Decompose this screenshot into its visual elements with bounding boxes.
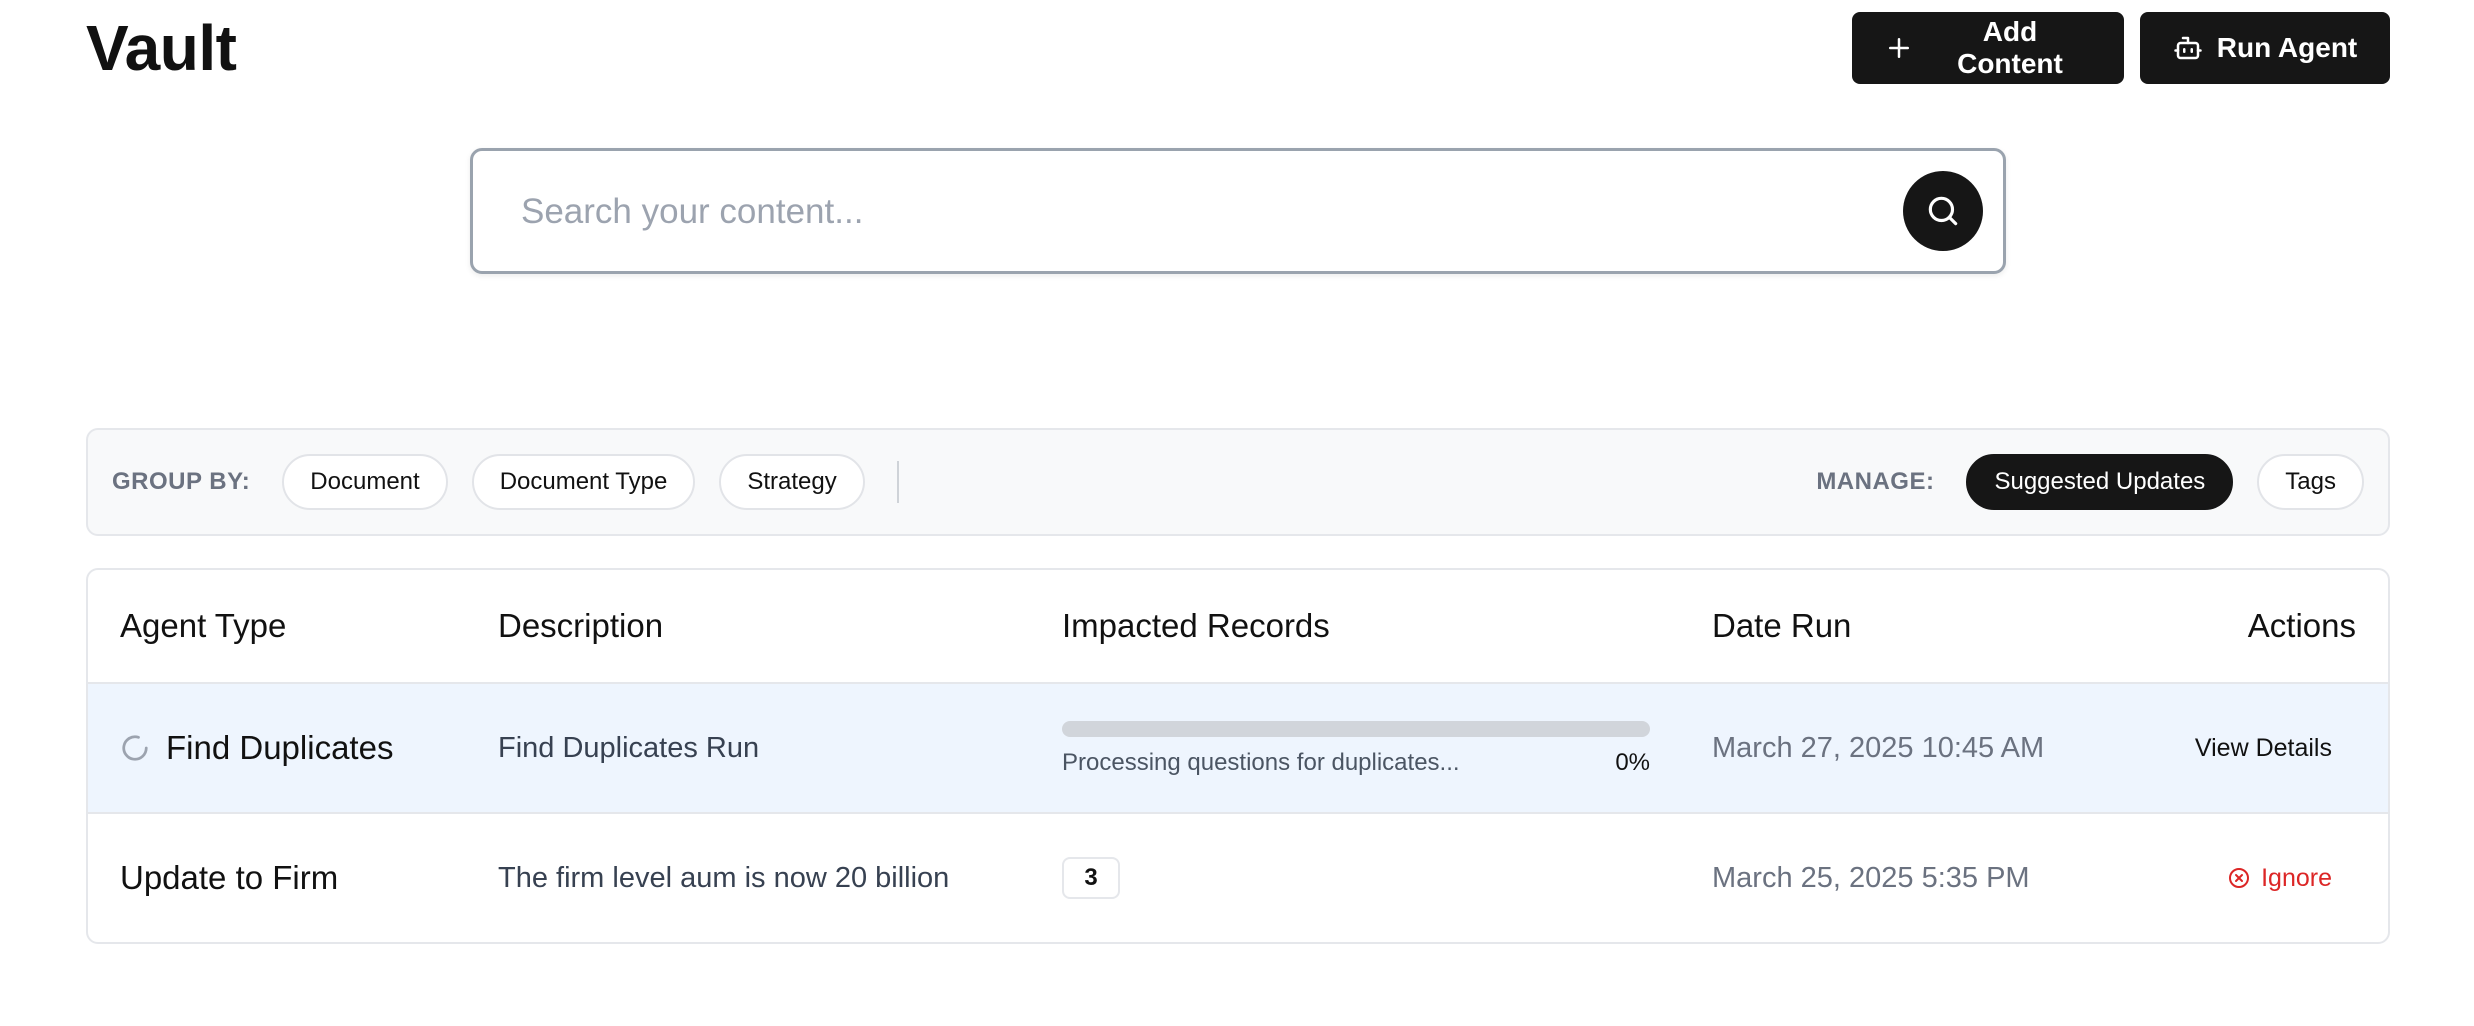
date-run: March 25, 2025 5:35 PM: [1712, 861, 2030, 894]
group-by-label: GROUP BY:: [112, 468, 251, 495]
group-by-document-chip[interactable]: Document: [282, 454, 448, 510]
search-icon: [1924, 192, 1962, 230]
suggested-updates-table: Agent Type Description Impacted Records …: [86, 568, 2390, 944]
column-header-date-run: Date Run: [1712, 607, 1852, 644]
column-header-actions: Actions: [2247, 607, 2356, 644]
impacted-count-badge: 3: [1062, 857, 1120, 899]
x-circle-icon: [2227, 866, 2251, 890]
progress-indicator: Processing questions for duplicates... 0…: [1062, 721, 1650, 777]
progress-percent: 0%: [1615, 749, 1650, 776]
run-agent-button[interactable]: Run Agent: [2140, 12, 2390, 84]
group-by-toolbar: GROUP BY: Document Document Type Strateg…: [86, 428, 2390, 536]
agent-type: Update to Firm: [120, 859, 339, 896]
manage-label: MANAGE:: [1816, 468, 1935, 495]
manage-suggested-updates-chip[interactable]: Suggested Updates: [1966, 454, 2234, 510]
description: The firm level aum is now 20 billion: [498, 861, 950, 894]
date-run: March 27, 2025 10:45 AM: [1712, 731, 2045, 764]
ignore-label: Ignore: [2261, 863, 2332, 892]
description: Find Duplicates Run: [498, 731, 760, 764]
table-row: Find Duplicates Find Duplicates Run Proc…: [88, 684, 2388, 814]
group-by-document-type-chip[interactable]: Document Type: [471, 454, 696, 510]
search-button[interactable]: [1903, 171, 1983, 251]
header-actions: Add Content Run Agent: [1852, 12, 2390, 84]
add-content-label: Add Content: [1957, 16, 2063, 79]
group-by-strategy-chip[interactable]: Strategy: [719, 454, 865, 510]
robot-icon: [2173, 33, 2203, 63]
column-header-agent-type: Agent Type: [120, 607, 287, 644]
agent-type: Find Duplicates: [166, 729, 394, 766]
table-row: Update to Firm The firm level aum is now…: [88, 814, 2388, 942]
page-title: Vault: [86, 12, 237, 84]
run-agent-label: Run Agent: [2216, 32, 2358, 63]
table-header-row: Agent Type Description Impacted Records …: [88, 570, 2388, 684]
search-bar: [470, 148, 2006, 274]
spinner-icon: [120, 733, 150, 763]
add-content-button[interactable]: Add Content: [1852, 12, 2124, 84]
progress-track: [1062, 721, 1650, 737]
toolbar-divider: [896, 461, 899, 503]
vault-page: Vault Add Content Run Agent GROUP BY: Do…: [0, 0, 2474, 1026]
search-input[interactable]: [519, 151, 1823, 273]
progress-status: Processing questions for duplicates...: [1062, 749, 1460, 776]
manage-tags-chip[interactable]: Tags: [2257, 454, 2364, 510]
column-header-impacted-records: Impacted Records: [1062, 607, 1330, 644]
ignore-button[interactable]: Ignore: [2227, 864, 2332, 893]
column-header-description: Description: [498, 607, 664, 644]
plus-icon: [1884, 33, 1914, 63]
view-details-button[interactable]: View Details: [2195, 734, 2332, 763]
